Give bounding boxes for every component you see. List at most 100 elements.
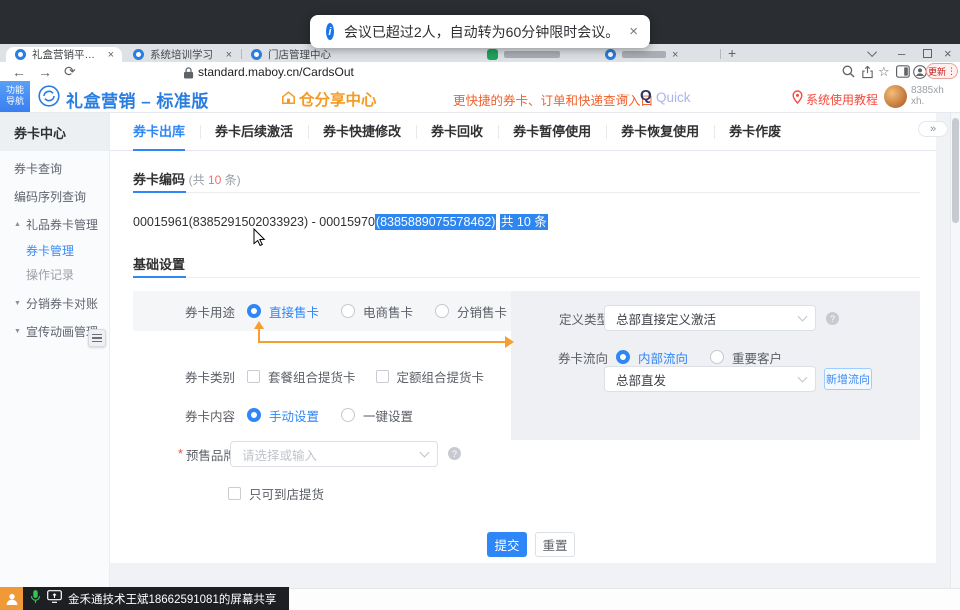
radio-label-distribution-sale[interactable]: 分销售卡	[457, 302, 507, 321]
side-panel-icon[interactable]	[896, 64, 910, 79]
url-field[interactable]: standard.maboy.cn/CardsOut	[198, 62, 354, 81]
checkbox-package-combo-card[interactable]	[247, 370, 260, 383]
radio-one-click-setup[interactable]	[341, 408, 355, 422]
annotation-arrow-up	[254, 321, 264, 329]
radio-internal-flow[interactable]	[616, 350, 630, 364]
checkbox-label-package-combo-card[interactable]: 套餐组合提货卡	[268, 367, 356, 386]
tab-card-quick-edit[interactable]: 券卡快捷修改	[308, 113, 416, 151]
divider	[133, 277, 920, 278]
radio-label-important-customer[interactable]: 重要客户	[732, 348, 782, 367]
flow-select[interactable]: 总部直发	[604, 366, 816, 392]
sidebar-title: 券卡中心	[0, 113, 109, 151]
site-favicon	[251, 49, 262, 60]
tab-card-suspend[interactable]: 券卡暂停使用	[498, 113, 606, 151]
tab-close-icon[interactable]: ×	[220, 49, 240, 61]
tab-close-icon[interactable]: ×	[102, 49, 122, 61]
function-nav-button[interactable]: 功能 导航	[0, 81, 30, 112]
help-icon[interactable]: ?	[826, 312, 839, 325]
checkbox-fixed-amount-combo-card[interactable]	[376, 370, 389, 383]
panel-collapse-button[interactable]: »	[918, 121, 948, 137]
page-scrollbar[interactable]	[950, 81, 960, 588]
browser-tab-3[interactable]: 门店管理中心	[242, 47, 358, 62]
browser-tab-4-partial[interactable]	[478, 47, 594, 62]
app-title: 礼盒营销 – 标准版	[66, 87, 209, 112]
radio-label-one-click-setup[interactable]: 一键设置	[363, 406, 413, 425]
share-center-link[interactable]: 仓分享中心	[299, 88, 377, 110]
content-label: 券卡内容	[185, 406, 235, 425]
tab-card-void[interactable]: 券卡作废	[714, 113, 796, 151]
add-flow-button[interactable]: 新增流向	[824, 368, 872, 390]
radio-label-direct-sale[interactable]: 直接售卡	[269, 302, 319, 321]
radio-label-manual-setup[interactable]: 手动设置	[269, 406, 319, 425]
sidebar-item-label: 礼品券卡管理	[26, 216, 98, 233]
tab-separator	[720, 49, 721, 59]
annotation-arrow-right	[505, 336, 514, 348]
sidebar-collapse-handle[interactable]	[88, 329, 106, 347]
banner-close-icon[interactable]: ×	[629, 23, 638, 40]
browser-tab-1[interactable]: 礼盒营销平台管理中心 ×	[6, 47, 122, 62]
radio-direct-sale[interactable]	[247, 304, 261, 318]
radio-manual-setup[interactable]	[247, 408, 261, 422]
user-avatar[interactable]	[884, 85, 907, 108]
sidebar-item-operation-log[interactable]: 操作记录	[0, 262, 109, 286]
bookmark-star-icon[interactable]: ☆	[878, 64, 890, 79]
chevron-down-icon	[798, 312, 808, 322]
menu-dots-icon: ⋮	[947, 66, 956, 77]
flow-value: 总部直发	[616, 370, 666, 389]
window-close-button[interactable]: ×	[944, 44, 952, 62]
quick-search-icon[interactable]: Q	[640, 87, 652, 104]
browser-update-button[interactable]: 更新 ⋮	[926, 63, 958, 79]
warehouse-icon	[281, 90, 296, 110]
presale-brand-select[interactable]: 请选择或输入	[230, 441, 438, 467]
scrollbar-thumb[interactable]	[952, 118, 959, 223]
microphone-icon[interactable]	[30, 589, 41, 609]
presenter-avatar-icon	[0, 587, 23, 610]
profile-icon[interactable]	[913, 64, 927, 79]
define-type-row: 定义类型	[559, 308, 609, 328]
browser-tab-5-partial[interactable]: ×	[596, 47, 712, 62]
card-usage-row: 券卡用途 直接售卡 电商售卡 分销售卡	[185, 301, 507, 321]
sidebar-item-code-sequence-query[interactable]: 编码序列查询	[0, 184, 109, 208]
forward-icon[interactable]: →	[38, 62, 52, 81]
system-tutorial-link[interactable]: 系统使用教程	[806, 91, 878, 108]
sidebar-item-card-query[interactable]: 券卡查询	[0, 156, 109, 180]
brand-label: 预售品牌	[186, 445, 236, 464]
refresh-icon[interactable]: ⟳	[64, 62, 76, 81]
define-type-select[interactable]: 总部直接定义激活	[604, 305, 816, 331]
radio-distribution-sale[interactable]	[435, 304, 449, 318]
screen-share-bar: 金禾通技术王斌18662591081的屏幕共享	[0, 587, 289, 610]
help-icon[interactable]: ?	[448, 447, 461, 460]
window-menu-chevron-icon[interactable]	[870, 44, 877, 62]
tab-card-later-activation[interactable]: 券卡后续激活	[200, 113, 308, 151]
sidebar-group-gift-card-management[interactable]: ▲ 礼品券卡管理	[0, 212, 109, 236]
section-underline	[133, 191, 186, 193]
sidebar-group-distribution-reconciliation[interactable]: ▼ 分销券卡对账	[0, 291, 109, 315]
tab-card-resume[interactable]: 券卡恢复使用	[606, 113, 714, 151]
chevron-down-icon	[798, 373, 808, 383]
submit-button[interactable]: 提交	[487, 532, 527, 557]
window-maximize-button[interactable]	[923, 44, 932, 62]
checkbox-label-store-pickup-only[interactable]: 只可到店提货	[249, 484, 324, 503]
tab-card-outbound[interactable]: 券卡出库	[118, 113, 200, 151]
radio-label-ecommerce-sale[interactable]: 电商售卡	[363, 302, 413, 321]
quick-label[interactable]: Quick	[656, 90, 691, 105]
share-icon[interactable]	[861, 64, 874, 79]
site-favicon	[605, 49, 616, 60]
tab-close-icon[interactable]: ×	[666, 49, 686, 61]
browser-tab-2[interactable]: 系统培训学习 ×	[124, 47, 240, 62]
new-tab-button[interactable]: +	[728, 44, 736, 62]
tab-card-recycle[interactable]: 券卡回收	[416, 113, 498, 151]
checkbox-store-pickup-only[interactable]	[228, 487, 241, 500]
radio-important-customer[interactable]	[710, 350, 724, 364]
required-asterisk: *	[178, 447, 183, 461]
radio-label-internal-flow[interactable]: 内部流向	[638, 348, 688, 367]
zoom-page-icon[interactable]	[842, 64, 855, 79]
browser-toolbar: ← → ⟳ standard.maboy.cn/CardsOut ☆ 更新 ⋮	[0, 62, 960, 81]
sidebar-item-card-management[interactable]: 券卡管理	[0, 238, 109, 262]
reset-button[interactable]: 重置	[535, 532, 575, 557]
radio-ecommerce-sale[interactable]	[341, 304, 355, 318]
window-minimize-button[interactable]: –	[898, 44, 905, 62]
card-code-range: 00015961(8385291502033923) - 00015970(83…	[133, 211, 548, 230]
back-icon[interactable]: ←	[12, 62, 26, 81]
checkbox-label-fixed-amount-combo-card[interactable]: 定额组合提货卡	[397, 367, 485, 386]
